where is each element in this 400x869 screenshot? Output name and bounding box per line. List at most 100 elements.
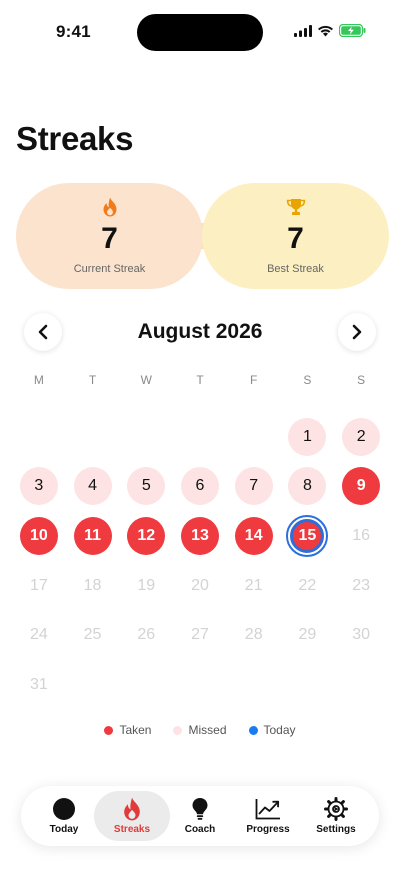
- chart-icon: [255, 797, 281, 821]
- chevron-right-icon: [352, 324, 362, 340]
- calendar-day-future: 29: [298, 626, 317, 644]
- calendar-day-future: 27: [191, 626, 209, 644]
- calendar-day-future: 18: [83, 576, 102, 594]
- month-header: August 2026: [24, 313, 376, 351]
- calendar-day-future: 23: [352, 576, 371, 594]
- calendar-cell: 6: [173, 462, 227, 512]
- calendar-cell: 21: [227, 561, 281, 611]
- calendar-cell: 4: [66, 462, 120, 512]
- calendar-cell: 18: [66, 561, 120, 611]
- weekday-label: T: [88, 373, 97, 387]
- calendar-cell: 27: [173, 610, 227, 660]
- calendar-day-taken[interactable]: 11: [73, 516, 112, 555]
- weekday-label: F: [250, 373, 258, 387]
- tab-label: Today: [49, 824, 79, 835]
- page-title: Streaks: [16, 120, 134, 157]
- calendar-blank-cell: [12, 412, 66, 462]
- gear-icon: [324, 797, 348, 821]
- weekday-label: M: [33, 373, 44, 387]
- calendar-cell: 12: [119, 511, 173, 561]
- streak-cards: 7 Current Streak 7 Best Streak: [16, 183, 389, 289]
- lightbulb-icon: [191, 797, 209, 821]
- calendar-day-missed[interactable]: 3: [19, 467, 58, 506]
- calendar-cell: 20: [173, 561, 227, 611]
- calendar-day-future: 31: [29, 675, 48, 693]
- calendar-cell: 1: [281, 412, 335, 462]
- current-streak-value: 7: [101, 222, 118, 255]
- weekday-label: S: [303, 373, 312, 387]
- calendar-grid: 1 2 3 4 5 6 7 8 9 10 11 12 13 14 15 16 17 18 19 20 21 22 23 24 2…: [12, 412, 388, 710]
- next-month-button[interactable]: [338, 313, 376, 351]
- calendar-day-taken[interactable]: 14: [234, 516, 273, 555]
- calendar-cell: 22: [281, 561, 335, 611]
- legend-label: Missed: [188, 723, 227, 737]
- flame-icon: [102, 196, 118, 218]
- calendar-cell: 24: [12, 610, 66, 660]
- calendar-cell: 19: [119, 561, 173, 611]
- calendar-day-missed[interactable]: 4: [73, 467, 112, 506]
- calendar-cell: 8: [281, 462, 335, 512]
- calendar-day-missed[interactable]: 8: [288, 467, 327, 506]
- battery-charging-icon: [339, 24, 366, 37]
- best-streak-label: Best Streak: [267, 263, 324, 275]
- calendar-day-future: 16: [352, 526, 371, 544]
- calendar-day-missed[interactable]: 6: [180, 467, 219, 506]
- calendar-cell: 3: [12, 462, 66, 512]
- tab-bar: Today Streaks Coach Progress Settings: [21, 786, 379, 846]
- calendar-day-future: 19: [137, 576, 156, 594]
- calendar-day-future: 20: [191, 576, 209, 594]
- calendar-cell: 11: [66, 511, 120, 561]
- legend-dot: [173, 725, 183, 735]
- calendar-day-missed[interactable]: 7: [234, 467, 273, 506]
- tab-label: Settings: [316, 824, 356, 835]
- tab-today[interactable]: Today: [26, 791, 102, 841]
- calendar-day-future: 25: [83, 626, 102, 644]
- current-streak-label: Current Streak: [73, 263, 146, 275]
- best-streak-value: 7: [287, 222, 304, 255]
- calendar-day-taken[interactable]: 12: [127, 516, 166, 555]
- calendar-blank-cell: [119, 412, 173, 462]
- dynamic-island: [137, 14, 263, 51]
- month-label: August 2026: [137, 320, 263, 343]
- tab-label: Streaks: [113, 824, 151, 835]
- calendar-day-taken[interactable]: 9: [342, 467, 381, 506]
- calendar-day-future: 28: [244, 626, 263, 644]
- calendar-day-future: 24: [29, 626, 48, 644]
- tab-progress[interactable]: Progress: [230, 791, 306, 841]
- circle-icon: [52, 797, 76, 821]
- tab-settings[interactable]: Settings: [298, 791, 374, 841]
- calendar-day-taken[interactable]: 13: [180, 516, 219, 555]
- calendar-day-missed[interactable]: 2: [342, 417, 381, 456]
- calendar-day-missed[interactable]: 5: [127, 467, 166, 506]
- calendar-cell: 13: [173, 511, 227, 561]
- calendar-cell: 5: [119, 462, 173, 512]
- calendar-blank-cell: [66, 412, 120, 462]
- calendar-day-missed[interactable]: 1: [288, 417, 327, 456]
- tab-label: Coach: [184, 824, 216, 835]
- legend-label: Taken: [119, 723, 152, 737]
- calendar-cell: 7: [227, 462, 281, 512]
- calendar-cell: 15: [281, 511, 335, 561]
- calendar-cell: 31: [12, 660, 66, 710]
- legend-dot: [104, 725, 114, 735]
- calendar-day-taken[interactable]: 10: [19, 516, 58, 555]
- weekday-label: T: [196, 373, 204, 387]
- tab-streaks[interactable]: Streaks: [94, 791, 170, 841]
- current-streak-card: 7 Current Streak: [16, 183, 203, 289]
- tab-coach[interactable]: Coach: [162, 791, 238, 841]
- calendar-day-future: 26: [137, 626, 156, 644]
- legend-dot: [248, 725, 258, 735]
- calendar-cell: 25: [66, 610, 120, 660]
- calendar-cell: 9: [334, 462, 388, 512]
- legend-label: Today: [263, 723, 296, 737]
- calendar-cell: 29: [281, 610, 335, 660]
- weekday-label: W: [140, 373, 152, 387]
- wifi-icon: [318, 25, 333, 36]
- legend-item-taken: Taken: [104, 723, 151, 737]
- calendar-blank-cell: [227, 412, 281, 462]
- calendar-day-today[interactable]: 15: [286, 514, 329, 557]
- calendar-blank-cell: [173, 412, 227, 462]
- calendar-cell: 16: [334, 511, 388, 561]
- flame-icon: [122, 797, 142, 821]
- calendar-day-future: 22: [298, 576, 317, 594]
